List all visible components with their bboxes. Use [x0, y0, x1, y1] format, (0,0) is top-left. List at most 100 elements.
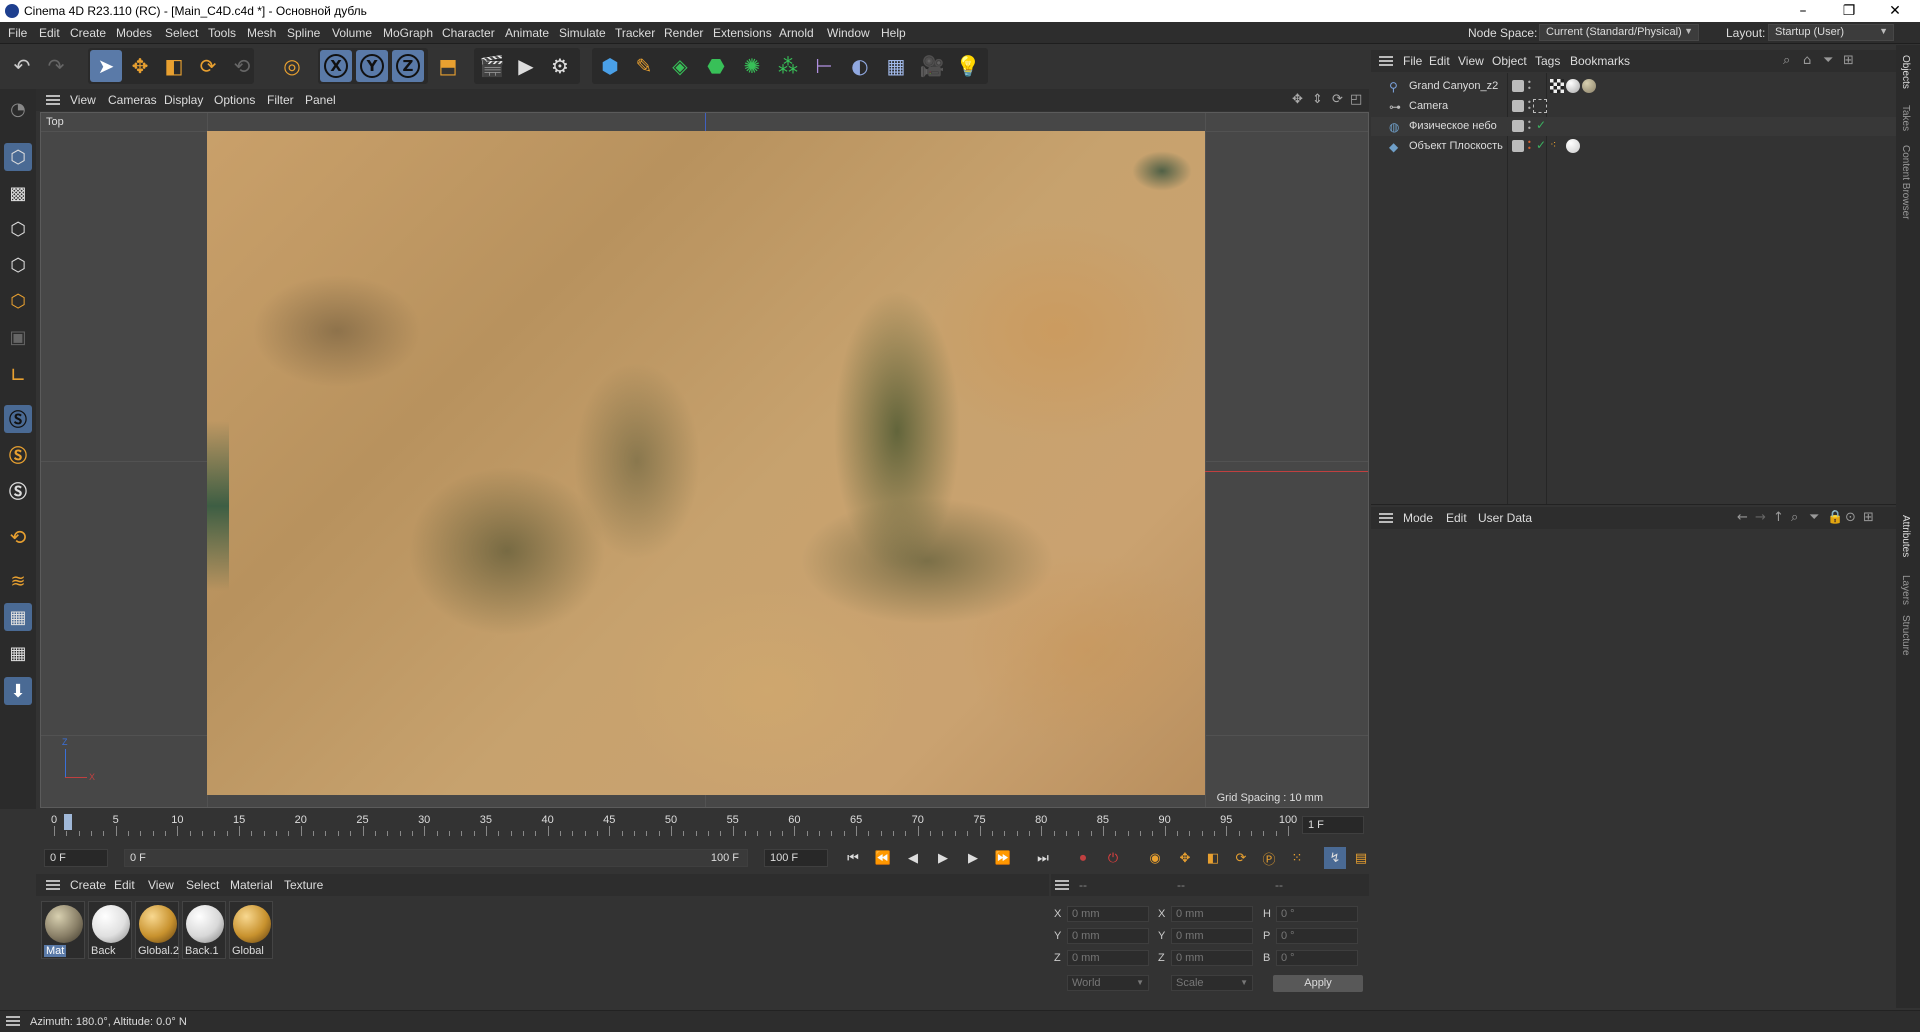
forward-arrow-icon[interactable]: →: [1755, 510, 1766, 525]
object-menu-view[interactable]: View: [1458, 54, 1484, 68]
node-space-dropdown[interactable]: Current (Standard/Physical) ▼: [1539, 24, 1699, 41]
grand-canyon-terrain[interactable]: [207, 131, 1205, 795]
texture-tag-icon[interactable]: [1550, 79, 1564, 93]
tab-attributes[interactable]: Attributes: [1900, 515, 1911, 557]
snap-icon[interactable]: Ⓢ: [4, 405, 32, 433]
next-frame-icon[interactable]: ▶: [962, 847, 984, 869]
light-icon[interactable]: 💡: [952, 50, 984, 82]
goto-end-icon[interactable]: ⏭: [1032, 847, 1054, 869]
material-back[interactable]: Back: [88, 901, 132, 959]
viewport-menu-options[interactable]: Options: [214, 93, 255, 107]
tab-structure[interactable]: Structure: [1900, 615, 1911, 656]
cloner-icon[interactable]: ✺: [736, 50, 768, 82]
size-mode-dropdown[interactable]: Scale ▼: [1171, 975, 1253, 991]
material-global[interactable]: Global: [229, 901, 273, 959]
key-rotation-icon[interactable]: ⟳: [1230, 847, 1252, 869]
key-selection-icon[interactable]: ◉: [1144, 847, 1166, 869]
material-menu-view[interactable]: View: [148, 878, 174, 892]
object-row[interactable]: ⚲ Grand Canyon_z2 • •: [1371, 77, 1896, 96]
preview-range-slider[interactable]: 0 F 100 F: [124, 849, 748, 867]
hamburger-menu-icon[interactable]: [46, 95, 60, 105]
lock-icon[interactable]: 🔒: [1827, 510, 1843, 525]
model-mode-icon[interactable]: ⬡: [4, 143, 32, 171]
position-z-field[interactable]: 0 mm: [1067, 950, 1149, 966]
workplane-icon[interactable]: ≋: [4, 567, 32, 595]
menu-arnold[interactable]: Arnold: [779, 26, 814, 40]
layer-checkbox[interactable]: [1512, 140, 1524, 152]
deformer-icon[interactable]: ⊢: [808, 50, 840, 82]
texture-mode-icon[interactable]: ▩: [4, 179, 32, 207]
material-menu-create[interactable]: Create: [70, 878, 106, 892]
search-icon[interactable]: ⌕: [1783, 53, 1790, 68]
menu-modes[interactable]: Modes: [116, 26, 152, 40]
tab-layers[interactable]: Layers: [1900, 575, 1911, 605]
menu-file[interactable]: File: [8, 26, 27, 40]
end-frame-field[interactable]: 100 F: [764, 849, 828, 867]
up-arrow-icon[interactable]: ↑: [1773, 510, 1784, 525]
menu-edit[interactable]: Edit: [39, 26, 60, 40]
tab-takes[interactable]: Takes: [1900, 105, 1911, 131]
new-window-icon[interactable]: ⊞: [1843, 53, 1854, 68]
viewport-menu-cameras[interactable]: Cameras: [108, 93, 157, 107]
move-icon[interactable]: ✥: [124, 50, 156, 82]
menu-animate[interactable]: Animate: [505, 26, 549, 40]
rotate-viewport-icon[interactable]: ⟳: [1332, 92, 1343, 107]
menu-character[interactable]: Character: [442, 26, 495, 40]
timeline-playhead[interactable]: [64, 814, 72, 830]
layer-checkbox[interactable]: [1512, 100, 1524, 112]
material-mat[interactable]: Mat: [41, 901, 85, 959]
menu-tracker[interactable]: Tracker: [615, 26, 655, 40]
menu-volume[interactable]: Volume: [332, 26, 372, 40]
cube-icon[interactable]: ⬢: [594, 50, 626, 82]
tweak-icon[interactable]: ⟲: [4, 523, 32, 551]
viewport-menu-view[interactable]: View: [70, 93, 96, 107]
quantize-icon[interactable]: Ⓢ: [4, 477, 32, 505]
axis-z-lock-button[interactable]: Z: [392, 50, 424, 82]
tab-content-browser[interactable]: Content Browser: [1900, 145, 1911, 219]
camera-tag-icon[interactable]: [1533, 99, 1547, 113]
key-parameter-icon[interactable]: Ⓟ: [1258, 847, 1280, 869]
material-global-2[interactable]: Global.2: [135, 901, 179, 959]
record-keys-icon[interactable]: ⏺: [1072, 847, 1094, 869]
mograph-cloner-icon[interactable]: ⁂: [772, 50, 804, 82]
scale-icon[interactable]: ◧: [158, 50, 190, 82]
enabled-check-icon[interactable]: ✓: [1536, 118, 1546, 132]
pan-viewport-icon[interactable]: ✥: [1292, 92, 1303, 107]
edges-mode-icon[interactable]: ⬡: [4, 251, 32, 279]
coordinate-system-icon[interactable]: ⬒: [432, 50, 464, 82]
material-tag-icon[interactable]: [1566, 139, 1580, 153]
rotation-p-field[interactable]: 0 °: [1276, 928, 1358, 944]
timeline-window-icon[interactable]: ▤: [1350, 847, 1372, 869]
enabled-check-icon[interactable]: ✓: [1536, 138, 1546, 152]
render-picture-viewer-icon[interactable]: ▶: [510, 50, 542, 82]
material-tag-icon[interactable]: [1582, 79, 1596, 93]
key-position-icon[interactable]: ✥: [1174, 847, 1196, 869]
axis-mode-icon[interactable]: ∟: [4, 361, 32, 389]
filter-icon[interactable]: ⏷: [1823, 53, 1833, 68]
hamburger-menu-icon[interactable]: [1379, 513, 1393, 523]
start-frame-field[interactable]: 0 F: [44, 849, 108, 867]
home-icon[interactable]: ⌂: [1803, 53, 1811, 68]
make-editable-icon[interactable]: ◔: [4, 95, 32, 123]
object-menu-bookmarks[interactable]: Bookmarks: [1570, 54, 1630, 68]
apply-button[interactable]: Apply: [1273, 975, 1363, 992]
maximize-viewport-icon[interactable]: ◰: [1350, 92, 1362, 107]
viewport-top[interactable]: Top Z X Grid Spacing : 10 mm: [40, 112, 1369, 808]
object-row[interactable]: ⊶ Camera • •: [1371, 97, 1896, 116]
hamburger-menu-icon[interactable]: [1379, 56, 1393, 66]
subdivision-icon[interactable]: ◈: [664, 50, 696, 82]
key-scale-icon[interactable]: ◧: [1202, 847, 1224, 869]
snap-settings-icon[interactable]: Ⓢ: [4, 441, 32, 469]
viewport-menu-filter[interactable]: Filter: [267, 93, 294, 107]
position-y-field[interactable]: 0 mm: [1067, 928, 1149, 944]
size-y-field[interactable]: 0 mm: [1171, 928, 1253, 944]
floor-icon[interactable]: ▦: [880, 50, 912, 82]
axis-x-lock-button[interactable]: X: [320, 50, 352, 82]
extrude-icon[interactable]: ⬣: [700, 50, 732, 82]
timeline-ruler[interactable]: 0 5 10 15 20 25 30 35 40 45 50 55 60 65 70 75 80 85 90 95 10…: [40, 812, 1369, 842]
camera-icon[interactable]: 🎥: [916, 50, 948, 82]
uv-mode-icon[interactable]: ▣: [4, 323, 32, 351]
rotate-icon[interactable]: ⟳: [192, 50, 224, 82]
prev-frame-icon[interactable]: ◀: [902, 847, 924, 869]
recent-tool-icon[interactable]: ⟲: [226, 50, 258, 82]
